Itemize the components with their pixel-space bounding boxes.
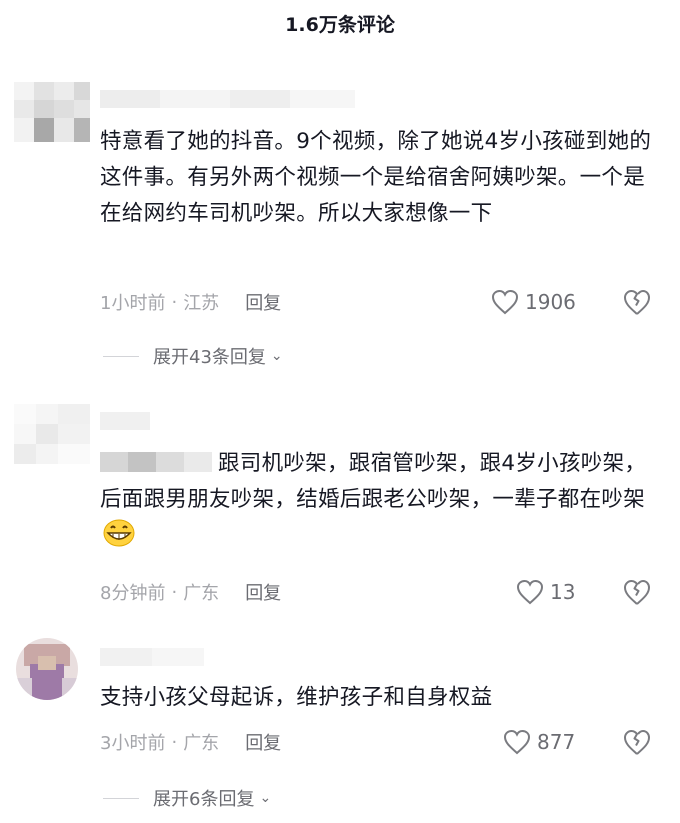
comment-text: 特意看了她的抖音。9个视频，除了她说4岁小孩碰到她的这件事。有另外两个视频一个是… [100,129,652,226]
comment-time: 1小时前 [100,293,166,314]
comment-text: 支持小孩父母起诉，维护孩子和自身权益 [100,685,493,710]
comment-text: 跟司机吵架，跟宿管吵架，跟4岁小孩吵架，后面跟男朋友吵架，结婚后跟老公吵架，一辈… [100,446,665,554]
heart-icon [516,579,544,605]
heart-icon [491,289,519,315]
separator-dot: · [171,581,178,603]
comment-count-title: 1.6万条评论 [285,14,395,36]
separator-dot: · [171,291,178,313]
divider-line [103,355,139,357]
reply-mention-blurred[interactable] [100,452,212,472]
grinning-face-icon [103,519,135,547]
like-button[interactable]: 877 [503,727,575,757]
divider-line [103,797,139,799]
comment-meta: 3小时前 · 广东 回复 [100,729,281,755]
separator-dot: · [171,731,178,753]
comment-time: 3小时前 [100,733,166,754]
expand-replies[interactable]: 展开43条回复 ⌄ [103,343,283,369]
username-blurred[interactable] [100,412,150,430]
comment-location: 广东 [183,733,220,754]
avatar[interactable] [14,404,90,464]
broken-heart-icon[interactable] [622,727,652,757]
like-button[interactable]: 1906 [491,287,576,317]
like-button[interactable]: 13 [516,577,575,607]
like-count: 13 [550,580,576,604]
broken-heart-icon[interactable] [622,287,652,317]
expand-label: 展开6条回复 [153,789,255,810]
username-blurred[interactable] [100,648,204,666]
chevron-down-icon: ⌄ [270,348,283,364]
comment-meta: 8分钟前 · 广东 回复 [100,579,281,605]
comments-header: 1.6万条评论 [0,0,680,50]
comment-time: 8分钟前 [100,583,166,604]
avatar[interactable] [16,638,78,700]
comment-location: 广东 [183,583,220,604]
chevron-down-icon: ⌄ [259,790,272,806]
comment-meta: 1小时前 · 江苏 回复 [100,289,281,315]
reply-button[interactable]: 回复 [245,579,281,605]
expand-label: 展开43条回复 [153,347,266,368]
broken-heart-icon[interactable] [622,577,652,607]
username-blurred[interactable] [100,90,355,108]
like-count: 1906 [525,290,576,314]
comment-location: 江苏 [183,293,220,314]
expand-replies[interactable]: 展开6条回复 ⌄ [103,785,271,811]
reply-button[interactable]: 回复 [245,729,281,755]
like-count: 877 [537,730,576,754]
heart-icon [503,729,531,755]
reply-button[interactable]: 回复 [245,289,281,315]
avatar[interactable] [14,82,90,142]
